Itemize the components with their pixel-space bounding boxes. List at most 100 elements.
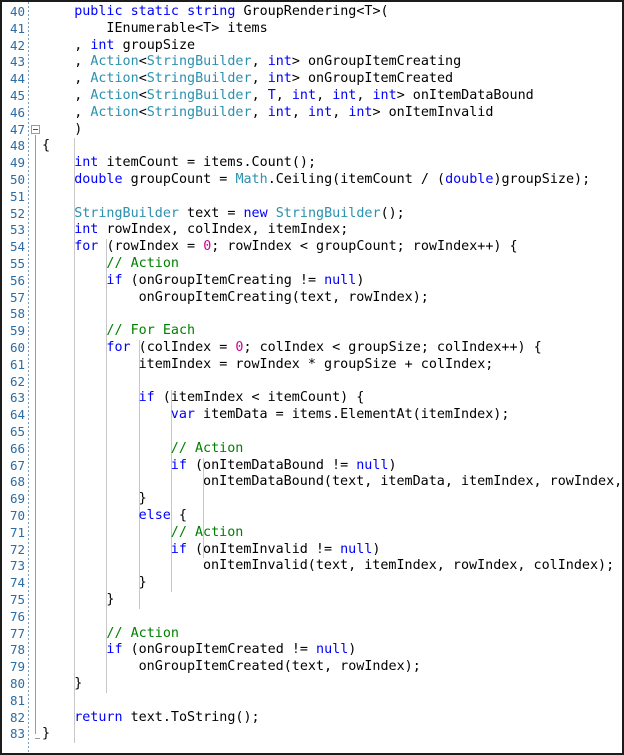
code-token: , [251, 54, 268, 70]
code-token: (onItemInvalid != [194, 541, 341, 557]
code-token: ) [74, 121, 83, 137]
code-line[interactable]: onGroupItemCreating(text, rowIndex); [139, 290, 429, 307]
code-token: } [74, 676, 83, 691]
code-editor[interactable]: 40 41 42 43 44 45 46 47 48 49 50 51 52 53 54 55 56 57 58 59… [0, 0, 624, 755]
code-line[interactable]: int itemCount = items.Count(); [74, 155, 316, 172]
code-line[interactable]: double groupCount = Math.Ceiling(itemCou… [74, 172, 590, 189]
code-token: ; colIndex < groupSize; colIndex++) { [243, 340, 542, 355]
code-line[interactable]: itemIndex = rowIndex * groupSize + colIn… [139, 357, 494, 374]
line-number: 80 [9, 676, 25, 691]
code-line[interactable]: onItemInvalid(text, itemIndex, rowIndex,… [203, 558, 614, 575]
code-line[interactable]: onItemDataBound(text, itemData, itemInde… [203, 474, 622, 491]
code-line[interactable]: , Action<StringBuilder, int, int, int> o… [74, 105, 493, 122]
code-token: IEnumerable<T> items [106, 20, 268, 36]
code-token: StringBuilder [74, 205, 179, 221]
line-number: 69 [9, 491, 25, 507]
code-token: int [332, 88, 357, 103]
code-token: < [138, 104, 147, 120]
line-number: 51 [9, 188, 25, 204]
code-token: static [130, 4, 188, 19]
code-line[interactable]: for (colIndex = 0; colIndex < groupSize;… [106, 340, 541, 357]
code-token: , [291, 104, 308, 120]
code-token: Action [90, 71, 139, 87]
code-line[interactable]: public static string GroupRendering<T>( [74, 4, 388, 21]
code-token: )groupSize); [493, 172, 591, 187]
code-token: , [74, 88, 91, 103]
line-number: 74 [9, 575, 25, 591]
fold-end-icon[interactable] [35, 738, 40, 740]
code-token: // Action [170, 524, 244, 540]
code-line[interactable]: } [74, 676, 82, 693]
line-number: 56 [9, 272, 25, 288]
code-token: // Action [106, 256, 179, 271]
code-token: Action [90, 88, 139, 103]
code-token: onItemInvalid(text, itemIndex, rowIndex,… [203, 558, 615, 574]
code-line[interactable]: onGroupItemCreated(text, rowIndex); [139, 659, 421, 676]
code-token: var [170, 407, 204, 423]
code-line[interactable]: , int groupSize [74, 38, 195, 55]
code-token: groupSize [122, 37, 196, 53]
fold-collapse-icon[interactable] [31, 125, 40, 135]
code-token: (itemIndex < itemCount) { [162, 390, 365, 406]
code-token: , [275, 88, 292, 103]
code-line[interactable]: var itemData = items.ElementAt(itemIndex… [171, 407, 510, 424]
code-line[interactable]: , Action<StringBuilder, int> onGroupItem… [74, 54, 461, 71]
code-token: null [340, 541, 373, 557]
code-token: int [74, 155, 107, 171]
code-line[interactable]: // Action [106, 626, 179, 643]
code-line[interactable]: if (onGroupItemCreating != null) [106, 273, 364, 290]
code-line[interactable]: int rowIndex, colIndex, itemIndex; [74, 222, 348, 239]
code-line[interactable]: // For Each [106, 323, 195, 340]
line-number: 45 [9, 88, 25, 103]
code-token: double [74, 172, 131, 187]
code-token: return [74, 709, 131, 725]
line-number: 59 [9, 323, 25, 339]
line-number: 43 [9, 54, 25, 70]
code-line[interactable]: if (onItemInvalid != null) [171, 542, 381, 559]
code-line[interactable]: , Action<StringBuilder, int> onGroupItem… [74, 71, 453, 88]
code-line[interactable]: } [139, 575, 147, 592]
code-line[interactable]: } [106, 592, 114, 609]
code-line[interactable]: // Action [106, 256, 179, 273]
code-token: else [138, 508, 179, 523]
code-token: ) [388, 457, 397, 473]
code-token: // Action [170, 440, 244, 456]
code-line[interactable]: , Action<StringBuilder, T, int, int, int… [74, 88, 534, 105]
line-number: 54 [9, 239, 25, 255]
code-token: { [178, 508, 187, 523]
code-token: } [138, 491, 147, 507]
code-line[interactable]: { [42, 138, 50, 155]
line-number: 46 [9, 104, 25, 120]
code-token: itemIndex = rowIndex * groupSize + colIn… [138, 356, 494, 372]
code-token: GroupRendering<T>( [243, 4, 389, 19]
code-token: onGroupItemCreated(text, rowIndex); [138, 659, 421, 675]
code-line[interactable]: // Action [171, 441, 244, 458]
code-line[interactable]: ) [74, 122, 82, 139]
code-line[interactable]: } [42, 726, 50, 743]
code-token: > onItemDataBound [396, 88, 534, 103]
code-token: Action [90, 54, 139, 70]
code-token: { [42, 138, 51, 154]
fold-margin[interactable] [29, 2, 42, 753]
code-line[interactable]: else { [139, 508, 187, 525]
code-token: (colIndex = [138, 340, 236, 355]
code-surface[interactable]: public static string GroupRendering<T>(I… [42, 2, 622, 753]
code-token: , [251, 104, 268, 120]
code-line[interactable]: StringBuilder text = new StringBuilder()… [74, 206, 405, 223]
code-line[interactable]: if (onItemDataBound != null) [171, 458, 397, 475]
line-number: 44 [9, 71, 25, 87]
code-line[interactable]: for (rowIndex = 0; rowIndex < groupCount… [74, 239, 517, 256]
code-line[interactable]: // Action [171, 525, 244, 542]
code-token: groupCount = [130, 172, 236, 187]
code-line[interactable]: } [139, 491, 147, 508]
code-line[interactable]: IEnumerable<T> items [106, 21, 267, 38]
code-token: onItemDataBound(text, itemData, itemInde… [203, 474, 622, 490]
code-token: < [138, 54, 147, 70]
code-line[interactable]: if (itemIndex < itemCount) { [139, 390, 365, 407]
code-line[interactable]: if (onGroupItemCreated != null) [106, 642, 356, 659]
line-number: 73 [9, 558, 25, 574]
code-token: null [356, 457, 389, 473]
line-number: 61 [9, 356, 25, 372]
line-number: 77 [9, 625, 25, 641]
code-line[interactable]: return text.ToString(); [74, 710, 259, 727]
